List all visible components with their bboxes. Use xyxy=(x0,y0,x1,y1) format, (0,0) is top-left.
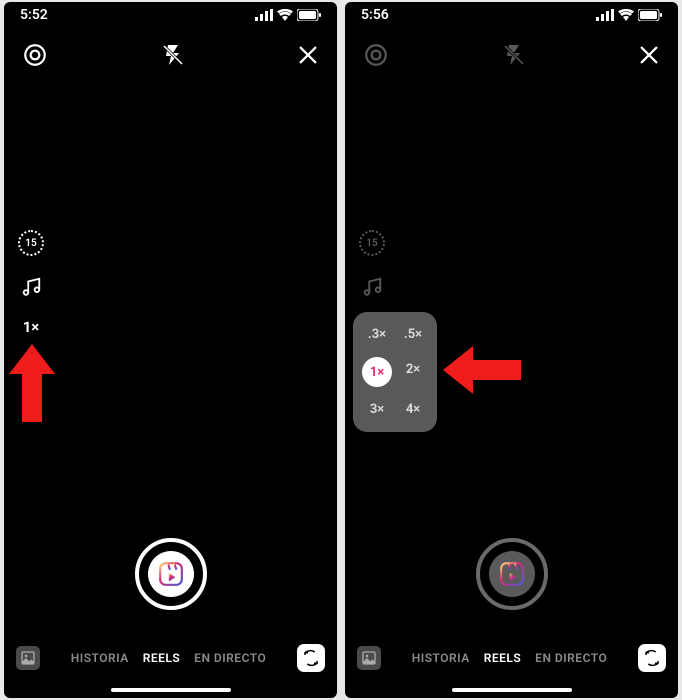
switch-camera-button[interactable] xyxy=(638,644,666,672)
speed-option-2x[interactable]: 2× xyxy=(395,357,431,387)
timer-value: 15 xyxy=(25,238,36,249)
capture-button[interactable] xyxy=(135,538,207,610)
mode-tabs: HISTORIA REELS EN DIRECTO xyxy=(48,651,289,665)
speed-option-03x[interactable]: .3× xyxy=(359,322,395,347)
clock: 5:56 xyxy=(361,7,389,23)
tab-directo[interactable]: EN DIRECTO xyxy=(194,651,266,665)
speed-option-1x[interactable]: 1× xyxy=(362,357,392,387)
tab-historia[interactable]: HISTORIA xyxy=(71,651,129,665)
status-bar: 5:52 xyxy=(4,2,337,28)
timer-value: 15 xyxy=(366,238,377,249)
tab-directo[interactable]: EN DIRECTO xyxy=(535,651,607,665)
gallery-button[interactable] xyxy=(357,646,381,670)
top-controls xyxy=(345,28,678,82)
music-icon[interactable] xyxy=(361,276,383,298)
speed-option-05x[interactable]: .5× xyxy=(395,322,431,347)
settings-icon[interactable] xyxy=(363,42,389,68)
timer-icon[interactable]: 15 xyxy=(359,230,385,256)
side-controls: 15 1× xyxy=(18,230,44,336)
music-icon[interactable] xyxy=(20,276,42,298)
status-icons xyxy=(596,9,662,21)
tab-reels[interactable]: REELS xyxy=(143,651,180,665)
top-controls xyxy=(4,28,337,82)
annotation-arrow xyxy=(9,344,55,422)
tab-historia[interactable]: HISTORIA xyxy=(412,651,470,665)
home-indicator xyxy=(452,688,572,692)
bottom-bar: HISTORIA REELS EN DIRECTO xyxy=(4,644,337,672)
annotation-arrow xyxy=(443,346,521,394)
phone-left: 5:52 15 1× xyxy=(4,2,337,698)
flash-off-icon[interactable] xyxy=(502,43,526,67)
capture-button[interactable] xyxy=(476,538,548,610)
bottom-bar: HISTORIA REELS EN DIRECTO xyxy=(345,644,678,672)
reels-icon xyxy=(148,551,194,597)
switch-camera-button[interactable] xyxy=(297,644,325,672)
timer-icon[interactable]: 15 xyxy=(18,230,44,256)
close-icon[interactable] xyxy=(297,44,319,66)
settings-icon[interactable] xyxy=(22,42,48,68)
close-icon[interactable] xyxy=(638,44,660,66)
gallery-button[interactable] xyxy=(16,646,40,670)
side-controls: 15 xyxy=(359,230,385,298)
status-bar: 5:56 xyxy=(345,2,678,28)
phone-right: 5:56 15 .3× .5× 1× 2× 3× 4× xyxy=(345,2,678,698)
speed-option-4x[interactable]: 4× xyxy=(395,397,431,422)
speed-option-3x[interactable]: 3× xyxy=(359,397,395,422)
tab-reels[interactable]: REELS xyxy=(484,651,521,665)
speed-button[interactable]: 1× xyxy=(23,318,40,336)
home-indicator xyxy=(111,688,231,692)
mode-tabs: HISTORIA REELS EN DIRECTO xyxy=(389,651,630,665)
clock: 5:52 xyxy=(20,7,48,23)
reels-icon xyxy=(489,551,535,597)
speed-popover: .3× .5× 1× 2× 3× 4× xyxy=(353,312,437,432)
status-icons xyxy=(255,9,321,21)
flash-off-icon[interactable] xyxy=(161,43,185,67)
